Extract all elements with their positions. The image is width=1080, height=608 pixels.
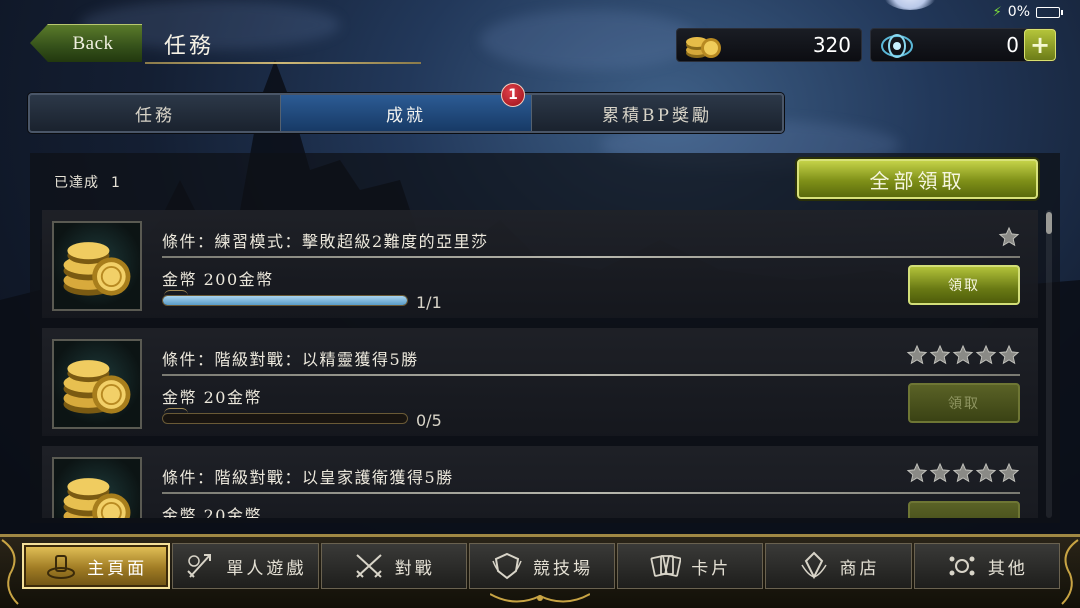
nav-home[interactable]: 主頁面 [22,543,171,589]
star-icon [952,462,974,483]
difficulty-stars [998,226,1020,248]
nav-label: 卡片 [691,558,732,579]
star-icon [998,462,1020,483]
star-icon [929,344,951,365]
back-button[interactable]: Back [30,24,142,62]
nav-label: 競技場 [532,558,593,579]
notification-badge: 1 [501,83,525,107]
claim-all-button[interactable]: 全部領取 [797,159,1038,199]
star-icon [906,462,928,483]
battery-text: 0% [1007,4,1030,20]
battery-icon [1036,6,1063,18]
arena-shield-icon [492,552,522,580]
row-divider [162,256,1020,258]
progress-text: 0/5 [416,411,442,430]
mission-reward: 金幣 200金幣 [162,270,274,289]
mission-condition: 條件：階級對戰：以皇家護衛獲得5勝 [162,468,454,487]
nav-cards[interactable]: 卡片 [617,543,764,589]
crossed-swords-icon [355,554,382,578]
crystal-icon [881,34,913,58]
nav-bottom-ornament [490,593,590,603]
mission-list[interactable]: 條件：練習模式：擊敗超級2難度的亞里莎 金幣 200金幣 1/1 領取 條件：階… [42,210,1042,518]
tab-achievements[interactable]: 成就 [281,95,532,131]
charging-icon: ⚡ [992,4,1002,20]
gold-amount: 320 [812,33,851,57]
tab-bar: 任務 成就 累積BP獎勵 [28,93,784,133]
gold-coins-icon [63,360,131,414]
mission-condition: 條件：練習模式：擊敗超級2難度的亞里莎 [162,232,489,251]
reward-icon-frame [52,457,142,518]
star-icon [906,344,928,365]
gold-counter: 320 [676,28,862,62]
achieved-label: 已達成 [54,175,99,191]
achieved-summary: 已達成 1 [54,172,121,192]
scrollbar-thumb[interactable] [1046,212,1052,234]
star-icon [975,462,997,483]
progress-bar [162,295,408,306]
shop-icon [800,551,827,580]
nav-arena[interactable]: 競技場 [468,543,616,589]
nav-battle[interactable]: 對戰 [320,543,467,589]
achieved-count: 1 [111,175,121,191]
crystal-amount: 0 [1006,33,1019,57]
star-icon [998,226,1020,247]
claim-button-disabled[interactable] [908,501,1020,518]
mission-reward: 金幣 20金幣 [162,506,262,518]
page-title: 任務 [164,34,215,59]
add-currency-button[interactable]: + [1024,29,1056,61]
star-icon [975,344,997,365]
nav-label: 商店 [839,558,880,579]
cards-icon [650,555,682,577]
solo-sword-icon [187,554,212,578]
difficulty-stars [906,462,1020,484]
mission-reward: 金幣 20金幣 [162,388,262,407]
nav-label: 主頁面 [87,558,148,579]
nav-shop[interactable]: 商店 [765,543,912,589]
nav-label: 單人遊戲 [226,558,307,579]
nav-label: 其他 [987,558,1028,579]
row-divider [162,492,1020,494]
mission-row: 條件：階級對戰：以精靈獲得5勝 金幣 20金幣 0/5 領取 [42,328,1038,436]
progress-text: 1/1 [416,293,442,312]
gold-coins-icon [63,242,131,296]
difficulty-stars [906,344,1020,366]
reward-icon-frame [52,221,142,311]
claim-button-disabled[interactable]: 領取 [908,383,1020,423]
nav-label: 對戰 [394,558,435,579]
mission-row: 條件：階級對戰：以皇家護衛獲得5勝 金幣 20金幣 [42,446,1038,518]
back-button-label: Back [72,32,114,54]
claim-button[interactable]: 領取 [908,265,1020,305]
reward-icon-frame [52,339,142,429]
nav-other[interactable]: 其他 [913,543,1060,589]
other-icon [949,556,975,576]
tab-missions[interactable]: 任務 [30,95,281,131]
nav-solo[interactable]: 單人遊戲 [172,543,319,589]
mission-condition: 條件：階級對戰：以精靈獲得5勝 [162,350,419,369]
home-icon [47,555,76,579]
title-underline [145,62,421,64]
row-divider [162,374,1020,376]
gold-coins-icon [63,478,131,518]
tab-bp-rewards[interactable]: 累積BP獎勵 [532,95,782,131]
status-bar: ⚡ 0% [992,4,1063,20]
bottom-nav: 主頁面 單人遊戲 對戰 競技場 卡片 商店 其他 [22,543,1060,589]
star-icon [952,344,974,365]
mission-row: 條件：練習模式：擊敗超級2難度的亞里莎 金幣 200金幣 1/1 領取 [42,210,1038,318]
progress-bar [162,413,408,424]
gold-coins-icon [686,37,721,58]
star-icon [998,344,1020,365]
moon [880,0,940,10]
progress-fill [163,296,407,305]
list-scrollbar[interactable] [1046,210,1052,518]
star-icon [929,462,951,483]
